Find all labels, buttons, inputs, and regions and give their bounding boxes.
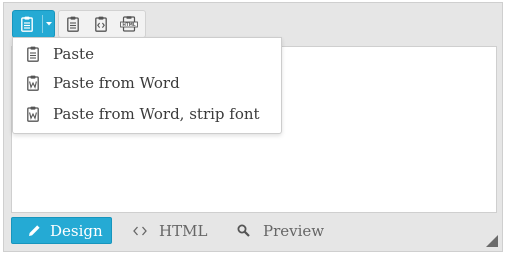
design-mode-label: Design bbox=[50, 221, 103, 240]
preview-mode-button[interactable]: Preview bbox=[231, 217, 341, 244]
paste-dropdown-toggle[interactable] bbox=[43, 11, 55, 37]
design-mode-button[interactable]: Design bbox=[11, 217, 112, 244]
menu-item-paste-from-word-strip-font[interactable]: Paste from Word, strip font bbox=[13, 100, 281, 128]
menu-item-label: Paste bbox=[53, 45, 94, 63]
word-clipboard-icon bbox=[27, 75, 39, 91]
code-icon bbox=[133, 226, 147, 235]
paste-html-icon bbox=[95, 16, 107, 32]
menu-item-label: Paste from Word, strip font bbox=[53, 105, 260, 123]
paste-dropdown-menu: Paste Paste from Word Paste from Word, s… bbox=[12, 37, 282, 134]
clipboard-icon bbox=[21, 16, 33, 32]
magnifier-icon bbox=[237, 224, 250, 237]
html-mode-button[interactable]: HTML bbox=[127, 217, 213, 244]
paste-button[interactable] bbox=[13, 11, 41, 37]
paste-clean-button[interactable]: HTML bbox=[115, 11, 143, 37]
preview-mode-label: Preview bbox=[263, 221, 325, 240]
caret-down-icon bbox=[46, 22, 52, 26]
pencil-icon bbox=[29, 225, 40, 236]
menu-item-paste[interactable]: Paste bbox=[13, 40, 281, 68]
paste-split-button[interactable] bbox=[12, 10, 55, 38]
paste-html-button[interactable] bbox=[87, 11, 115, 37]
menu-item-label: Paste from Word bbox=[53, 74, 180, 92]
paste-text-button[interactable] bbox=[59, 11, 87, 37]
html-mode-label: HTML bbox=[159, 221, 208, 240]
paste-tools-group: HTML bbox=[58, 10, 146, 38]
menu-item-paste-from-word[interactable]: Paste from Word bbox=[13, 69, 281, 97]
paste-text-icon bbox=[67, 16, 79, 32]
paste-clean-icon: HTML bbox=[120, 16, 138, 32]
clipboard-icon bbox=[27, 46, 39, 62]
svg-text:HTML: HTML bbox=[122, 22, 136, 27]
resize-handle-icon[interactable] bbox=[486, 235, 498, 247]
mode-bar: Design HTML Preview bbox=[11, 217, 497, 245]
word-clipboard-icon bbox=[27, 106, 39, 122]
